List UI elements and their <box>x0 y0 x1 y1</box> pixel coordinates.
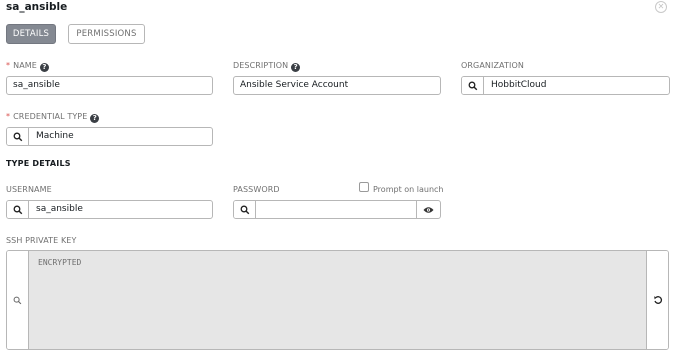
ssh-private-key-label: SSH PRIVATE KEY <box>6 236 77 245</box>
description-input[interactable]: Ansible Service Account <box>233 76 441 95</box>
close-icon[interactable]: ✕ <box>655 1 667 13</box>
help-icon[interactable]: ? <box>39 63 49 72</box>
password-label: PASSWORD <box>233 185 280 194</box>
eye-icon[interactable] <box>416 201 440 218</box>
username-label: USERNAME <box>6 185 52 194</box>
prompt-on-launch-label[interactable]: Prompt on launch <box>373 185 443 195</box>
credential-type-label: * CREDENTIAL TYPE? <box>6 112 100 123</box>
password-field[interactable] <box>233 200 441 219</box>
organization-label: ORGANIZATION <box>461 61 524 70</box>
organization-value: HobbitCloud <box>491 80 547 90</box>
ssh-private-key-textarea[interactable]: ENCRYPTED <box>29 251 646 349</box>
username-value: sa_ansible <box>36 204 83 214</box>
page-title: sa_ansible <box>6 1 68 13</box>
ssh-private-key-field: ENCRYPTED <box>6 250 669 350</box>
help-icon[interactable]: ? <box>90 114 100 123</box>
credential-type-lookup[interactable]: Machine <box>6 127 213 146</box>
type-details-heading: TYPE DETAILS <box>6 159 71 168</box>
undo-icon[interactable] <box>646 251 668 349</box>
search-icon[interactable] <box>234 201 256 218</box>
required-marker: * <box>6 61 11 70</box>
required-marker: * <box>6 112 11 121</box>
search-icon[interactable] <box>7 251 29 349</box>
username-lookup[interactable]: sa_ansible <box>6 200 213 219</box>
search-icon[interactable] <box>7 128 29 145</box>
search-icon[interactable] <box>462 77 484 94</box>
name-label: * NAME? <box>6 61 49 72</box>
credential-type-value: Machine <box>36 131 74 141</box>
password-input[interactable] <box>256 201 416 218</box>
description-label: DESCRIPTION? <box>233 61 301 72</box>
organization-lookup[interactable]: HobbitCloud <box>461 76 670 95</box>
help-icon[interactable]: ? <box>291 63 301 72</box>
tab-details[interactable]: DETAILS <box>6 24 56 44</box>
search-icon[interactable] <box>7 201 29 218</box>
tab-permissions[interactable]: PERMISSIONS <box>68 24 145 44</box>
name-input[interactable]: sa_ansible <box>6 76 213 95</box>
prompt-on-launch-checkbox[interactable] <box>359 182 369 192</box>
